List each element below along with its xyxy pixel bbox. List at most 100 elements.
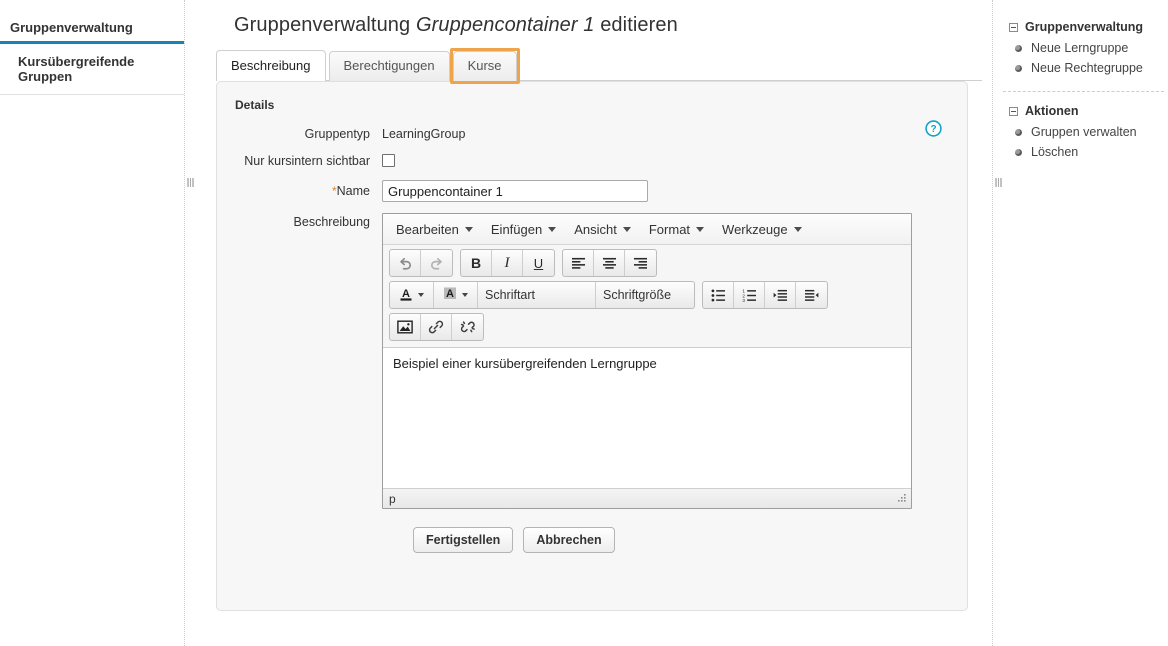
menu-einfuegen-label: Einfügen — [491, 222, 542, 237]
sidebar-section-title: Aktionen — [1025, 104, 1078, 118]
chevron-down-icon — [696, 227, 704, 232]
bullet-icon — [1015, 65, 1022, 72]
help-circle-icon[interactable]: ? — [925, 120, 942, 137]
toolbar-group-colors-fonts: A A — [389, 281, 695, 309]
rich-text-editor: Bearbeiten Einfügen Ansicht — [382, 213, 912, 509]
bullet-list-icon[interactable] — [703, 282, 734, 308]
menu-bearbeiten-label: Bearbeiten — [396, 222, 459, 237]
link-icon[interactable] — [421, 314, 452, 340]
sidebar-item-label: Löschen — [1031, 145, 1078, 159]
cancel-button[interactable]: Abbrechen — [523, 527, 614, 553]
page-title-prefix: Gruppenverwaltung — [234, 14, 410, 36]
label-gruppentyp: Gruppentyp — [217, 126, 382, 143]
right-sidebar: Gruppenverwaltung Neue Lerngruppe Neue R… — [1003, 0, 1168, 646]
sidebar-item-label: Neue Lerngruppe — [1031, 41, 1128, 55]
left-panel-splitter[interactable] — [184, 0, 195, 646]
align-center-icon[interactable] — [594, 250, 625, 276]
chevron-down-icon — [794, 227, 802, 232]
bold-icon[interactable]: B — [461, 250, 492, 276]
tab-kurse[interactable]: Kurse — [453, 51, 517, 81]
editor-paragraph: Beispiel einer kursübergreifenden Lerngr… — [393, 356, 901, 371]
chevron-down-icon — [465, 227, 473, 232]
form-row-name: *Name — [217, 180, 967, 202]
editor-content-area[interactable]: Beispiel einer kursübergreifenden Lerngr… — [383, 347, 911, 488]
label-beschreibung: Beschreibung — [217, 214, 382, 231]
main-content: Gruppenverwaltung Gruppencontainer 1 edi… — [196, 0, 986, 646]
menu-werkzeuge[interactable]: Werkzeuge — [713, 219, 811, 240]
toolbar-group-lists: 123 — [702, 281, 828, 309]
collapse-minus-icon[interactable] — [1009, 107, 1018, 116]
editor-toolbar-row-3 — [383, 309, 911, 347]
editor-element-path[interactable]: p — [389, 492, 396, 506]
sidebar-section-gruppenverwaltung: Gruppenverwaltung Neue Lerngruppe Neue R… — [1003, 20, 1168, 78]
text-color-icon[interactable]: A — [390, 282, 434, 308]
chevron-down-icon — [623, 227, 631, 232]
fontsizeselect-dropdown[interactable]: Schriftgröße — [596, 282, 694, 308]
tab-berechtigungen[interactable]: Berechtigungen — [329, 51, 450, 81]
splitter-grip-icon[interactable] — [994, 178, 1003, 187]
sidebar-section-title: Gruppenverwaltung — [1025, 20, 1143, 34]
sidebar-item-neue-lerngruppe[interactable]: Neue Lerngruppe — [1009, 38, 1168, 58]
right-panel-splitter[interactable] — [992, 0, 1003, 646]
underline-icon[interactable]: U — [523, 250, 554, 276]
chevron-down-icon — [462, 293, 468, 297]
svg-text:A: A — [446, 288, 454, 300]
page-title-emphasis: Gruppencontainer 1 — [416, 14, 595, 36]
menu-einfuegen[interactable]: Einfügen — [482, 219, 565, 240]
align-right-icon[interactable] — [625, 250, 656, 276]
sidebar-section-header-aktionen[interactable]: Aktionen — [1009, 104, 1168, 118]
editor-toolbar-row-1: B I U — [383, 245, 911, 277]
form-actions: Fertigstellen Abbrechen — [413, 527, 967, 553]
sidebar-section-header-gruppenverwaltung[interactable]: Gruppenverwaltung — [1009, 20, 1168, 34]
sidebar-item-label: Neue Rechtegruppe — [1031, 61, 1143, 75]
image-icon[interactable] — [390, 314, 421, 340]
value-gruppentyp: LearningGroup — [382, 126, 967, 143]
label-visibility: Nur kursintern sichtbar — [217, 153, 382, 170]
left-nav-item-gruppenverwaltung[interactable]: Gruppenverwaltung — [0, 0, 184, 41]
details-legend: Details — [217, 82, 967, 112]
chevron-down-icon — [548, 227, 556, 232]
form-row-gruppentyp: Gruppentyp LearningGroup — [217, 126, 967, 143]
label-name: *Name — [217, 183, 382, 200]
menu-ansicht[interactable]: Ansicht — [565, 219, 640, 240]
toolbar-group-insert — [389, 313, 484, 341]
svg-text:?: ? — [930, 124, 936, 135]
sidebar-item-label: Gruppen verwalten — [1031, 125, 1137, 139]
indent-icon[interactable] — [765, 282, 796, 308]
splitter-grip-icon[interactable] — [186, 178, 195, 187]
tab-beschreibung[interactable]: Beschreibung — [216, 50, 326, 81]
menu-format[interactable]: Format — [640, 219, 713, 240]
sidebar-divider — [1003, 91, 1164, 92]
sidebar-item-loeschen[interactable]: Löschen — [1009, 142, 1168, 162]
numbered-list-icon[interactable]: 123 — [734, 282, 765, 308]
menu-bearbeiten[interactable]: Bearbeiten — [387, 219, 482, 240]
align-left-icon[interactable] — [563, 250, 594, 276]
sidebar-item-gruppen-verwalten[interactable]: Gruppen verwalten — [1009, 122, 1168, 142]
undo-icon[interactable] — [390, 250, 421, 276]
background-color-icon[interactable]: A — [434, 282, 478, 308]
sidebar-item-neue-rechtegruppe[interactable]: Neue Rechtegruppe — [1009, 58, 1168, 78]
unlink-icon[interactable] — [452, 314, 483, 340]
outdent-icon[interactable] — [796, 282, 827, 308]
submit-button[interactable]: Fertigstellen — [413, 527, 513, 553]
page-title: Gruppenverwaltung Gruppencontainer 1 edi… — [234, 14, 986, 37]
tab-bar: Beschreibung Berechtigungen Kurse — [216, 51, 986, 81]
form-row-beschreibung: Beschreibung Bearbeiten Einfügen — [217, 214, 967, 509]
left-nav-item-kursuebergreifende-gruppen[interactable]: Kursübergreifende Gruppen — [0, 44, 184, 95]
form-row-visibility: Nur kursintern sichtbar — [217, 153, 967, 170]
fontselect-dropdown[interactable]: Schriftart — [478, 282, 596, 308]
collapse-minus-icon[interactable] — [1009, 23, 1018, 32]
editor-statusbar: p — [383, 488, 911, 508]
redo-icon[interactable] — [421, 250, 452, 276]
bullet-icon — [1015, 45, 1022, 52]
toolbar-group-format: B I U — [460, 249, 555, 277]
italic-icon[interactable]: I — [492, 250, 523, 276]
application-page: Gruppenverwaltung Kursübergreifende Grup… — [0, 0, 1168, 646]
input-name[interactable] — [382, 180, 648, 202]
sidebar-section-aktionen: Aktionen Gruppen verwalten Löschen — [1003, 104, 1168, 162]
checkbox-nur-kursintern-sichtbar[interactable] — [382, 154, 395, 167]
toolbar-group-history — [389, 249, 453, 277]
chevron-down-icon — [418, 293, 424, 297]
resize-grip-icon[interactable] — [896, 493, 907, 504]
page-title-suffix: editieren — [600, 14, 678, 36]
